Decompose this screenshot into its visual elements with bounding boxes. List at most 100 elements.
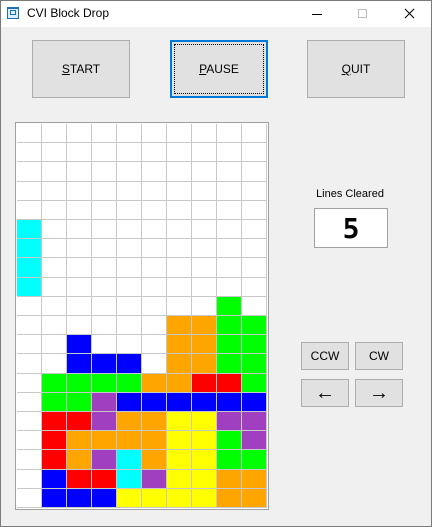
board-cell-empty (67, 258, 92, 278)
rotate-cw-button[interactable]: CW (355, 342, 403, 370)
board-cell-filled (142, 392, 167, 412)
board-cell-empty (67, 200, 92, 220)
move-left-button[interactable]: ← (301, 379, 349, 407)
board-cell-empty (142, 200, 167, 220)
board-cell-filled (217, 296, 242, 316)
board-cell-empty (42, 239, 67, 259)
title-bar[interactable]: CVI Block Drop (1, 1, 431, 27)
board-cell-empty (117, 296, 142, 316)
board-cell-empty (192, 239, 217, 259)
board-cell-empty (17, 335, 42, 355)
board-cell-filled (67, 354, 92, 374)
board-cell-filled (67, 373, 92, 393)
board-cell-empty (17, 200, 42, 220)
board-cell-empty (217, 258, 242, 278)
board-cell-empty (67, 296, 92, 316)
board-cell-empty (167, 296, 192, 316)
board-cell-empty (192, 258, 217, 278)
board-cell-filled (42, 412, 67, 432)
board-cell-empty (92, 258, 117, 278)
board-cell-empty (242, 220, 267, 240)
board-cell-filled (242, 392, 267, 412)
board-cell-empty (117, 335, 142, 355)
board-cell-empty (167, 220, 192, 240)
minimize-icon[interactable] (294, 1, 340, 27)
board-cell-empty (17, 431, 42, 451)
board-cell-empty (117, 200, 142, 220)
board-cell-filled (217, 354, 242, 374)
board-cell-empty (42, 200, 67, 220)
board-cell-filled (192, 373, 217, 393)
board-cell-filled (217, 373, 242, 393)
board-cell-filled (192, 431, 217, 451)
board-cell-empty (167, 162, 192, 182)
board-cell-empty (17, 488, 42, 508)
board-cell-empty (117, 162, 142, 182)
rotate-ccw-button[interactable]: CCW (301, 342, 349, 370)
board-cell-empty (42, 181, 67, 201)
board-cell-empty (142, 143, 167, 163)
board-cell-empty (167, 200, 192, 220)
arrow-left-icon: ← (315, 382, 335, 404)
board-cell-empty (167, 277, 192, 297)
board-cell-empty (42, 143, 67, 163)
pause-button[interactable]: PAUSE (170, 40, 268, 98)
move-right-button[interactable]: → (355, 379, 403, 407)
board-cell-filled (42, 392, 67, 412)
board-cell-filled (92, 412, 117, 432)
maximize-icon (340, 1, 386, 27)
board-cell-filled (242, 335, 267, 355)
board-cell-empty (92, 277, 117, 297)
board-cell-empty (117, 220, 142, 240)
board-cell-filled (67, 335, 92, 355)
board-cell-empty (42, 354, 67, 374)
board-cell-empty (192, 124, 217, 144)
quit-button[interactable]: QUIT (307, 40, 405, 98)
board-cell-filled (67, 488, 92, 508)
board-cell-filled (167, 354, 192, 374)
board-cell-filled (67, 450, 92, 470)
board-cell-empty (92, 181, 117, 201)
close-icon[interactable] (386, 1, 432, 27)
lines-cleared-label: Lines Cleared (316, 188, 384, 200)
board-cell-empty (217, 200, 242, 220)
board-cell-filled (142, 450, 167, 470)
board-cell-filled (67, 431, 92, 451)
app-window: CVI Block Drop START PAUSE QUIT Lines Cl… (0, 0, 432, 527)
board-cell-empty (192, 296, 217, 316)
board-cell-filled (17, 258, 42, 278)
board-cell-empty (92, 143, 117, 163)
board-cell-filled (17, 220, 42, 240)
board-cell-filled (117, 488, 142, 508)
board-cell-filled (92, 373, 117, 393)
window-title: CVI Block Drop (27, 6, 110, 20)
board-cell-filled (42, 488, 67, 508)
board-cell-filled (167, 469, 192, 489)
board-cell-empty (242, 239, 267, 259)
board-cell-empty (42, 335, 67, 355)
board-cell-empty (217, 143, 242, 163)
board-cell-filled (42, 469, 67, 489)
board-cell-empty (117, 277, 142, 297)
board-cell-filled (42, 373, 67, 393)
board-cell-filled (242, 412, 267, 432)
board-cell-empty (42, 316, 67, 336)
board-cell-filled (217, 316, 242, 336)
rotate-cw-label: CW (369, 349, 389, 363)
board-cell-empty (17, 143, 42, 163)
board-cell-empty (142, 124, 167, 144)
board-cell-empty (117, 316, 142, 336)
board-cell-filled (17, 239, 42, 259)
board-cell-filled (242, 488, 267, 508)
board-cell-empty (117, 143, 142, 163)
rotate-ccw-label: CCW (310, 349, 340, 363)
board-cell-filled (192, 488, 217, 508)
start-button[interactable]: START (32, 40, 130, 98)
board-cell-filled (217, 335, 242, 355)
board-cell-filled (242, 373, 267, 393)
board-cell-filled (192, 412, 217, 432)
board-cell-empty (67, 277, 92, 297)
board-cell-filled (242, 469, 267, 489)
board-cell-empty (142, 277, 167, 297)
board-cell-filled (92, 488, 117, 508)
